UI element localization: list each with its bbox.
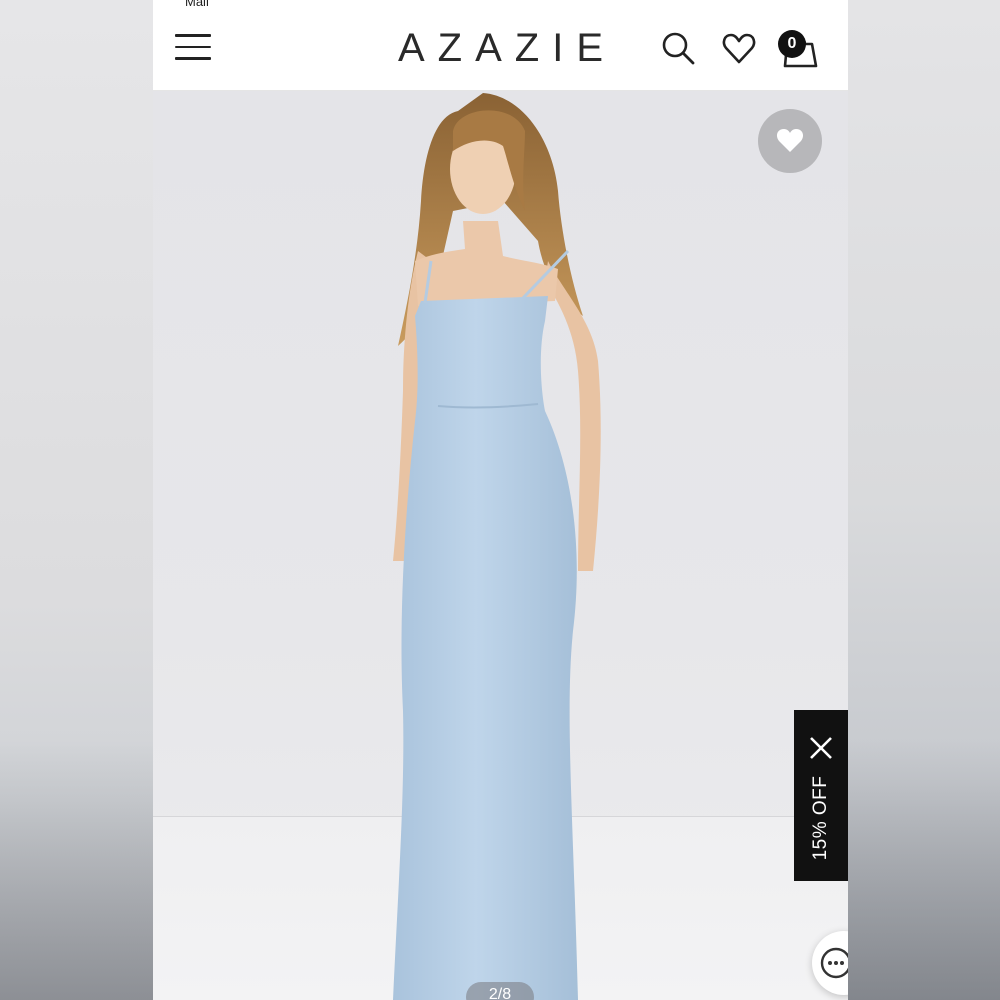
gallery-page-indicator: 2/8 xyxy=(466,982,534,1000)
favorite-button[interactable] xyxy=(758,109,822,173)
model-in-dress-illustration xyxy=(393,93,601,1000)
promo-label: 15% OFF xyxy=(810,775,831,861)
wishlist-heart-icon[interactable] xyxy=(721,30,757,66)
chat-icon xyxy=(820,947,848,979)
close-icon[interactable] xyxy=(807,734,835,762)
search-icon[interactable] xyxy=(660,30,696,66)
status-fragment: Mail xyxy=(185,0,209,9)
heart-filled-icon xyxy=(776,129,804,152)
backdrop-left xyxy=(0,0,153,1000)
backdrop-right xyxy=(848,0,1000,1000)
shopping-bag-icon[interactable]: 0 xyxy=(778,30,818,68)
cart-count-badge: 0 xyxy=(778,30,806,58)
app-screen: Mail AZAZIE 0 15% OFF 2/8 xyxy=(153,0,848,1000)
discount-promo-tab[interactable]: 15% OFF xyxy=(794,710,848,881)
top-nav: Mail AZAZIE 0 xyxy=(153,0,848,91)
product-image[interactable]: 15% OFF 2/8 xyxy=(153,91,848,1000)
